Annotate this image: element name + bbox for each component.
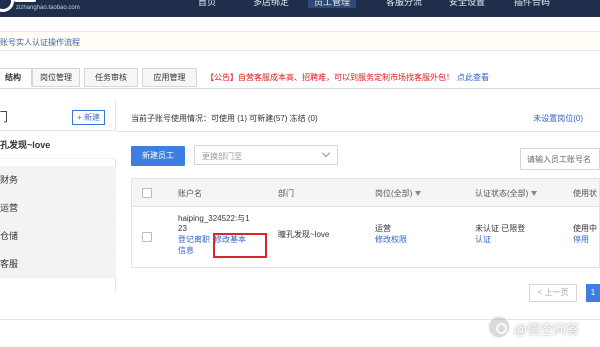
new-employee-button[interactable]: 新建员工 [131, 146, 185, 166]
nav-home[interactable]: 首页 [198, 0, 216, 8]
pagination-prev-button[interactable]: < 上一页 [529, 284, 577, 302]
sidebar-title: 门 [0, 110, 9, 124]
unset-position-link[interactable]: 未设置岗位(0) [533, 113, 583, 124]
row-position: 运营 [375, 224, 391, 233]
department-sidebar: 门 + 新建 孔发现~love 财务 运营 仓储 客服 [0, 101, 116, 291]
sidebar-header: 门 + 新建 [0, 101, 116, 131]
new-department-button[interactable]: + 新建 [72, 110, 105, 125]
edit-basic-info-link-cont[interactable]: 信息 [178, 246, 194, 256]
pagination-current-page[interactable]: 1 [586, 284, 600, 302]
auth-link[interactable]: 认证 [475, 235, 491, 245]
announcement-text: 【公告】自营客服成本高、招聘难，可以到服务定制市场找客服外包！ [206, 73, 454, 82]
dept-item-root[interactable]: 孔发现~love [0, 131, 116, 159]
tab-positions[interactable]: 岗位管理 [32, 68, 80, 87]
brand-logo [0, 0, 14, 12]
row-department: 瞳孔发现~love [278, 230, 330, 239]
nav-customer-service[interactable]: 客服分流 [386, 0, 422, 8]
account-name-line2: 23 [178, 224, 187, 233]
highlight-annotation [213, 233, 267, 258]
brand-domain: zizhanghao.taobao.com [16, 5, 80, 11]
header-auth-status[interactable]: 认证状态(全部) [475, 188, 538, 199]
header-position[interactable]: 岗位(全部) [375, 188, 422, 199]
header-auth-label: 认证状态(全部) [475, 189, 529, 198]
change-department-select[interactable]: 更换部门至 [194, 145, 338, 165]
employee-search-input[interactable] [520, 148, 600, 170]
tab-app-management[interactable]: 应用管理 [142, 68, 197, 87]
tabs-divider [0, 88, 600, 89]
nav-multi-store[interactable]: 多店绑定 [253, 0, 289, 8]
row-usage-status: 使用中 [573, 224, 597, 233]
watermark: @悟空问答 [488, 312, 600, 342]
row-auth-status: 未认证 已限登 [475, 224, 526, 233]
select-all-checkbox[interactable] [142, 188, 152, 198]
header-department: 部门 [278, 189, 294, 198]
chevron-down-icon [321, 148, 331, 158]
row-checkbox[interactable] [142, 232, 152, 242]
header-account: 账户名 [178, 189, 202, 198]
main-content: 当前子账号使用情况：可使用 (1) 可新建(57) 冻结 (0) 未设置岗位(0… [117, 101, 600, 347]
disable-link[interactable]: 停用 [573, 235, 589, 245]
dept-item-finance[interactable]: 财务 [0, 166, 116, 194]
tab-task-review[interactable]: 任务审核 [84, 68, 138, 87]
nav-plugins[interactable]: 插件合码 [514, 0, 550, 8]
notice-strip: 账号实人认证操作流程 [0, 31, 600, 51]
register-resignation-link[interactable]: 登记离职 [178, 235, 210, 245]
nav-staff-management[interactable]: 员工管理 [308, 0, 357, 8]
brand-logo-mark [14, 0, 36, 2]
nav-security[interactable]: 安全设置 [449, 0, 485, 8]
edit-permissions-link[interactable]: 修改权限 [375, 235, 407, 245]
announcement-link[interactable]: 点此查看 [457, 73, 489, 82]
dept-item-operations[interactable]: 运营 [0, 194, 116, 222]
announcement: 【公告】自营客服成本高、招聘难，可以到服务定制市场找客服外包！ 点此查看 [206, 72, 489, 83]
tab-structure[interactable]: 结构 [0, 68, 32, 87]
dept-item-warehouse[interactable]: 仓储 [0, 222, 116, 250]
watermark-text: @悟空问答 [514, 322, 580, 337]
header-usage-status: 使用状 [573, 189, 597, 198]
main-divider [117, 131, 600, 132]
header-position-label: 岗位(全部) [375, 189, 413, 198]
dept-item-customer-service[interactable]: 客服 [0, 250, 116, 278]
account-usage-summary: 当前子账号使用情况：可使用 (1) 可新建(57) 冻结 (0) [131, 114, 318, 123]
watermark-logo-icon [488, 316, 510, 338]
change-department-placeholder: 更换部门至 [202, 152, 242, 161]
table-row: haiping_324522:与1 23 登记离职 修改基本 信息 瞳孔发现~l… [131, 207, 600, 268]
tab-bar: 结构 岗位管理 任务审核 应用管理 【公告】自营客服成本高、招聘难，可以到服务定… [0, 68, 600, 88]
real-name-auth-link[interactable]: 账号实人认证操作流程 [0, 37, 80, 48]
table-header: 账户名 部门 岗位(全部) 认证状态(全部) 使用状 [131, 178, 600, 207]
top-nav-bar: zizhanghao.taobao.com 首页 多店绑定 员工管理 客服分流 … [0, 0, 600, 17]
filter-icon [531, 191, 538, 197]
account-name-line1: haiping_324522:与1 [178, 214, 250, 223]
filter-icon [415, 191, 422, 197]
